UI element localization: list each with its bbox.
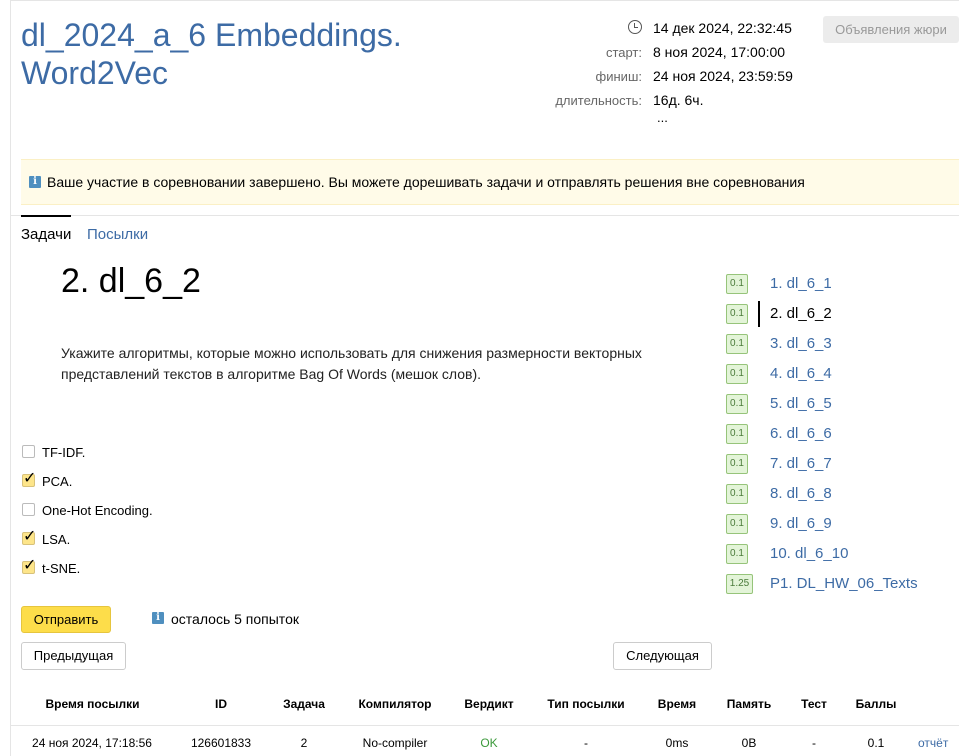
score-badge: 0.1 (726, 304, 748, 324)
duration-label: длительность: (555, 93, 642, 108)
start-value: 8 ноя 2024, 17:00:00 (653, 44, 786, 60)
problem-list-item[interactable]: 8. dl_6_8 (770, 485, 832, 502)
table-header: Баллы (855, 697, 897, 711)
option-checkbox-onehot[interactable] (22, 503, 35, 516)
start-label: старт: (605, 45, 642, 60)
cell-task: 2 (300, 736, 308, 750)
problem-list-item[interactable]: 3. dl_6_3 (770, 335, 832, 352)
cell-id: 126601833 (190, 736, 252, 750)
checkmark-icon: ✓ (23, 555, 37, 574)
problem-list-item[interactable]: 7. dl_6_7 (770, 455, 832, 472)
finish-label: финиш: (595, 69, 642, 84)
problem-list-item[interactable]: P1. DL_HW_06_Texts (770, 575, 918, 592)
table-header: ID (215, 697, 227, 711)
checkmark-icon: ✓ (23, 526, 37, 545)
table-divider (10, 725, 959, 726)
cell-type: - (584, 736, 588, 750)
score-badge: 0.1 (726, 454, 748, 474)
cell-memory: 0B (741, 736, 757, 750)
problem-list-item[interactable]: 6. dl_6_6 (770, 425, 832, 442)
next-button[interactable]: Следующая (613, 642, 712, 670)
tab-submissions[interactable]: Посылки (87, 226, 148, 243)
current-problem-indicator (758, 301, 760, 327)
score-badge: 0.1 (726, 484, 748, 504)
table-header: Время (657, 697, 697, 711)
cell-verdict: OK (480, 736, 498, 750)
problem-list-item[interactable]: 4. dl_6_4 (770, 365, 832, 382)
score-badge: 0.1 (726, 514, 748, 534)
option-checkbox-tfidf[interactable] (22, 445, 35, 458)
problem-list-item[interactable]: 1. dl_6_1 (770, 275, 832, 292)
banner-text: Ваше участие в соревновании завершено. В… (47, 174, 805, 190)
option-label: PCA. (42, 474, 73, 489)
score-badge: 0.1 (726, 334, 748, 354)
tabs-divider (10, 215, 959, 216)
problem-list-item[interactable]: 9. dl_6_9 (770, 515, 832, 532)
finish-value: 24 ноя 2024, 23:59:59 (653, 68, 793, 84)
active-tab-indicator (21, 215, 71, 217)
clock-icon (628, 20, 642, 34)
duration-value: 16д. 6ч. (653, 92, 704, 108)
cell-test: - (812, 736, 816, 750)
score-badge: 0.1 (726, 424, 748, 444)
option-label: TF-IDF. (42, 445, 86, 460)
info-icon: i (152, 612, 164, 624)
problem-list-item: 2. dl_6_2 (770, 305, 832, 322)
checkmark-icon: ✓ (23, 468, 37, 487)
table-header: Время посылки (45, 697, 140, 711)
cell-score: 0.1 (867, 736, 885, 750)
info-icon: i (29, 176, 41, 188)
attempts-left: осталось 5 попыток (171, 611, 299, 627)
score-badge: 0.1 (726, 394, 748, 414)
previous-button[interactable]: Предыдущая (21, 642, 126, 670)
option-checkbox-tsne[interactable]: ✓ (22, 557, 36, 574)
option-label: One-Hot Encoding. (42, 503, 153, 518)
table-header: Память (726, 697, 772, 711)
problem-list-item[interactable]: 5. dl_6_5 (770, 395, 832, 412)
table-header: Задача (283, 697, 325, 711)
cell-compiler: No-compiler (362, 736, 428, 750)
table-header: Вердикт (464, 697, 514, 711)
score-badge: 0.1 (726, 544, 748, 564)
option-label: LSA. (42, 532, 71, 547)
option-checkbox-pca[interactable]: ✓ (22, 470, 36, 487)
option-label: t-SNE. (42, 561, 81, 576)
problem-title: 2. dl_6_2 (61, 262, 201, 300)
cell-run-time: 0ms (665, 736, 689, 750)
current-time: 14 дек 2024, 22:32:45 (653, 20, 792, 36)
contest-title: dl_2024_a_6 Embeddings. Word2Vec (21, 17, 402, 91)
cell-time: 24 ноя 2024, 17:18:56 (32, 736, 152, 750)
option-checkbox-lsa[interactable]: ✓ (22, 528, 36, 545)
problem-list-item[interactable]: 10. dl_6_10 (770, 545, 848, 562)
more-toggle[interactable]: ... (657, 110, 668, 125)
table-header: Тип посылки (547, 697, 625, 711)
tab-problems[interactable]: Задачи (21, 226, 71, 243)
table-header: Тест (801, 697, 827, 711)
problem-statement: Укажите алгоритмы, которые можно использ… (61, 345, 642, 382)
score-badge: 0.1 (726, 274, 748, 294)
submit-button[interactable]: Отправить (21, 606, 111, 633)
score-badge: 0.1 (726, 364, 748, 384)
score-badge: 1.25 (726, 574, 753, 594)
table-header: Компилятор (358, 697, 432, 711)
report-link[interactable]: отчёт (918, 736, 959, 750)
jury-announcements-button[interactable]: Объявления жюри (823, 16, 959, 43)
